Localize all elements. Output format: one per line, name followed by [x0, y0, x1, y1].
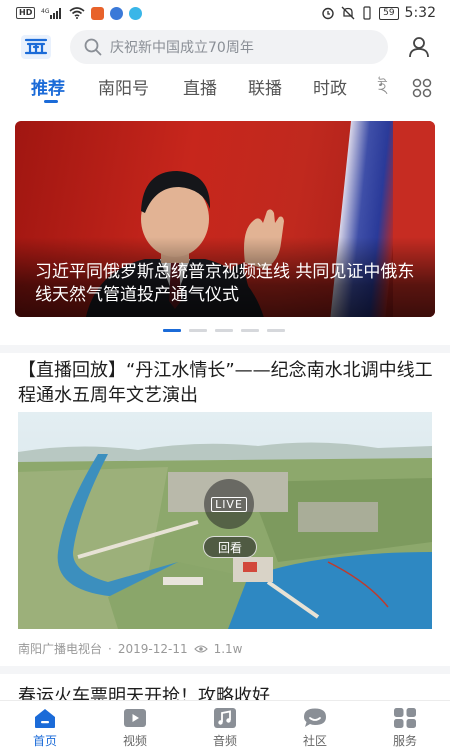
search-icon: [84, 38, 102, 56]
bottom-navigation: 首页 视频 音频 社区 服务: [0, 700, 450, 750]
tab-live[interactable]: 直播: [183, 74, 217, 99]
carousel-dot[interactable]: [241, 329, 259, 332]
carousel-dot[interactable]: [163, 329, 181, 332]
vibrate-icon: [363, 6, 371, 20]
view-count: 1.1w: [213, 641, 243, 656]
video-icon: [124, 709, 146, 727]
search-bar[interactable]: 庆祝新中国成立70周年: [70, 30, 388, 64]
tab-recommended[interactable]: 推荐: [31, 74, 65, 99]
nav-audio[interactable]: 音频: [190, 707, 260, 749]
nav-home[interactable]: 首页: [10, 707, 80, 749]
nav-label-community: 社区: [302, 734, 327, 748]
notification-app-icon: [91, 6, 105, 20]
nav-label-audio: 音频: [212, 734, 237, 748]
carousel-dot[interactable]: [189, 329, 207, 332]
section-divider: [0, 666, 450, 674]
status-left: HD 4G: [16, 6, 143, 20]
clock: 5:32: [404, 5, 436, 21]
carousel-indicator: [163, 329, 285, 332]
nav-video[interactable]: 视频: [100, 707, 170, 749]
status-bar: HD 4G 59 5:32: [0, 0, 450, 26]
status-right: 59 5:32: [321, 5, 436, 21]
notification-app-icon: [129, 6, 143, 20]
hd-indicator: HD: [16, 7, 36, 19]
app-logo-icon[interactable]: [20, 33, 52, 61]
community-icon: [304, 708, 326, 727]
mute-icon: [341, 6, 355, 20]
article-source: 南阳广播电视台: [18, 642, 103, 656]
article-title[interactable]: 【直播回放】“丹江水情长”——纪念南水北调中线工程通水五周年文艺演出: [18, 358, 438, 408]
more-categories-icon[interactable]: [412, 78, 432, 98]
article-meta: 南阳广播电视台 · 2019-12-11 1.1w: [18, 640, 243, 657]
active-tab-indicator: [44, 100, 58, 103]
search-placeholder: 庆祝新中国成立70周年: [110, 40, 254, 56]
article-thumbnail[interactable]: LIVE 回看: [18, 412, 432, 629]
article-date: 2019-12-11: [117, 641, 188, 656]
nav-community[interactable]: 社区: [280, 707, 350, 749]
tab-nanyang-hao[interactable]: 南阳号: [98, 74, 149, 99]
signal-icon: 4G: [41, 8, 62, 19]
meta-separator: ·: [108, 641, 112, 656]
replay-button[interactable]: 回看: [203, 536, 257, 558]
section-divider: [0, 345, 450, 353]
tab-broadcast[interactable]: 联播: [248, 74, 282, 99]
live-badge: LIVE: [204, 479, 254, 529]
app-header: 庆祝新中国成立70周年: [0, 28, 450, 66]
hero-caption: 习近平同俄罗斯总统普京视频连线 共同见证中俄东线天然气管道投产通气仪式: [35, 262, 415, 305]
notification-app-icon: [110, 6, 124, 20]
battery-indicator: 59: [379, 6, 399, 20]
carousel-dot[interactable]: [215, 329, 233, 332]
next-article-title[interactable]: 春运火车票明天开抢！攻略收好: [18, 682, 438, 702]
tab-partial[interactable]: ই: [378, 74, 387, 102]
nav-services[interactable]: 服务: [370, 707, 440, 749]
services-icon: [394, 708, 416, 728]
home-icon: [35, 709, 55, 728]
audio-icon: [214, 708, 236, 728]
wifi-icon: [69, 7, 85, 19]
live-label: LIVE: [211, 496, 247, 512]
hero-carousel-slide[interactable]: 习近平同俄罗斯总统普京视频连线 共同见证中俄东线天然气管道投产通气仪式: [15, 121, 435, 317]
alarm-icon: [322, 7, 334, 20]
tab-politics[interactable]: 时政: [313, 74, 347, 99]
network-label: 4G: [41, 8, 50, 15]
carousel-dot[interactable]: [267, 329, 285, 332]
nav-label-video: 视频: [122, 734, 147, 748]
user-profile-icon[interactable]: [408, 36, 430, 58]
category-tabs: 推荐 南阳号 直播 联播 时政 ই: [0, 70, 450, 104]
nav-label-services: 服务: [392, 734, 417, 748]
nav-label-home: 首页: [32, 734, 57, 748]
views-eye-icon: [193, 644, 208, 653]
